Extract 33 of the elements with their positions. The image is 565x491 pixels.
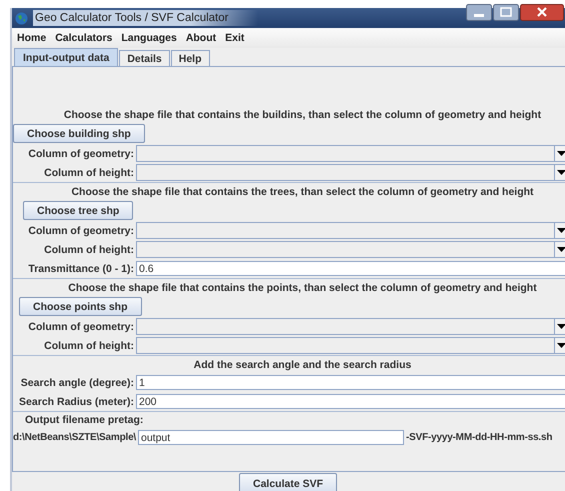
field-label: Column of height: <box>43 340 135 352</box>
section-heading: Choose the shape file that contains the buildins, than select the column of geometry and height <box>62 108 542 122</box>
field-label: Column of height: <box>43 244 135 256</box>
path-label: d:\NetBeans\SZTE\Sample\ <box>13 432 138 443</box>
field-label: Column of geometry: <box>27 148 135 160</box>
tab[interactable]: Input-output data <box>14 48 118 66</box>
field-label: Search angle (degree): <box>20 376 135 388</box>
tab[interactable]: Details <box>119 50 170 66</box>
menu-item[interactable]: Exit <box>225 32 244 44</box>
choose-file-button[interactable]: Choose tree shp <box>23 201 134 220</box>
choose-file-button[interactable]: Choose building shp <box>13 124 145 143</box>
field-label: Column of geometry: <box>27 320 135 332</box>
section-heading: Choose the shape file that contains the trees, than select the column of geometry and height <box>70 185 535 199</box>
menu-item[interactable]: Languages <box>121 32 177 44</box>
menu-item[interactable]: Home <box>17 32 46 44</box>
tab[interactable]: Help <box>170 50 210 66</box>
calculate-button[interactable]: Calculate SVF <box>238 473 338 491</box>
window-title: Geo Calculator Tools / SVF Calculator <box>33 10 258 26</box>
input-field[interactable]: 200 <box>136 394 565 409</box>
field-label: Column of height: <box>43 166 135 178</box>
suffix-label: -SVF-yyyy-MM-dd-HH-mm-ss.sh <box>405 432 552 443</box>
section-heading: Choose the shape file that contains the points, than select the column of geometry and height <box>67 281 538 295</box>
menu-item[interactable]: Calculators <box>55 32 112 44</box>
input-field[interactable]: output <box>138 430 404 445</box>
field-label: Output filename pretag: <box>24 414 144 426</box>
menu-item[interactable]: About <box>186 32 216 44</box>
choose-file-button[interactable]: Choose points shp <box>19 297 142 316</box>
field-label: Transmittance (0 - 1): <box>27 262 135 274</box>
input-field[interactable]: 0.6 <box>136 261 565 276</box>
section-heading: Add the search angle and the search radius <box>192 358 412 372</box>
input-field[interactable]: 1 <box>136 375 565 390</box>
field-label: Column of geometry: <box>27 224 135 236</box>
field-label: Search Radius (meter): <box>18 396 135 408</box>
